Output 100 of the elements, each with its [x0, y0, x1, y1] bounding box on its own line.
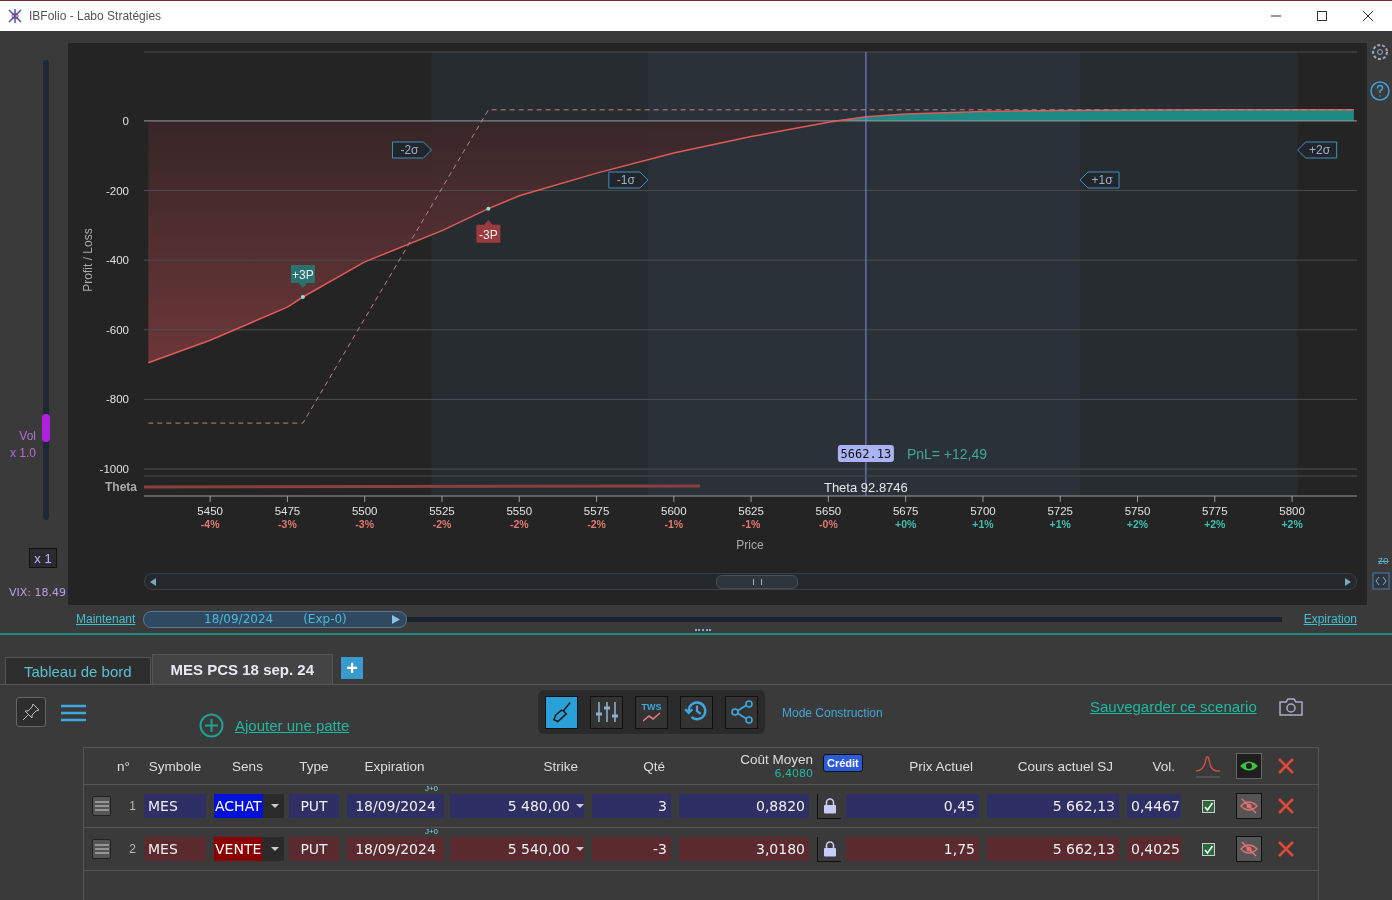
- menu-lines-icon: [94, 801, 109, 811]
- checkmark-icon: [1202, 800, 1214, 812]
- expiration-link[interactable]: Expiration: [1303, 612, 1357, 626]
- drag-handle-button[interactable]: [92, 796, 111, 816]
- volatility-slider[interactable]: [43, 60, 49, 520]
- settings-icon[interactable]: [1370, 43, 1389, 61]
- vol-label: Vol: [19, 428, 36, 445]
- axis-tick-label: -1000: [99, 463, 129, 475]
- annotation: -3P: [479, 227, 498, 242]
- column-header: Symbole: [147, 758, 203, 774]
- strike-dropdown[interactable]: 5 540,00: [450, 837, 584, 861]
- scroll-right-icon[interactable]: [1345, 577, 1351, 586]
- column-header: Vol.: [1151, 758, 1176, 774]
- column-header: n°: [116, 758, 131, 774]
- delete-icon[interactable]: [1278, 798, 1294, 814]
- percent-change-label: -2%: [432, 518, 452, 530]
- sigma-label: +1σ: [1079, 171, 1120, 189]
- axis-title: Profit / Loss: [81, 228, 95, 292]
- axis-tick-label: 5750: [1124, 505, 1151, 517]
- save-scenario-link[interactable]: Sauvegarder ce scenario: [1090, 698, 1257, 715]
- sliders-icon: [594, 701, 619, 723]
- column-header: Strike: [542, 758, 579, 774]
- curve-chart-icon[interactable]: [1195, 754, 1221, 778]
- zoom-button[interactable]: [1372, 572, 1390, 590]
- add-circle-icon[interactable]: [199, 713, 224, 738]
- column-header: Sens: [231, 758, 264, 774]
- close-icon[interactable]: [1362, 10, 1374, 22]
- underlying-cell: 5 662,13: [987, 794, 1119, 818]
- hide-button[interactable]: [1236, 793, 1262, 819]
- sigma-label: -1σ: [608, 171, 649, 189]
- theta-value: Theta 92.8746: [823, 480, 908, 495]
- quantity-cell: -3: [592, 837, 671, 861]
- scrollbar-thumb[interactable]: [716, 574, 798, 589]
- strike-dropdown[interactable]: 5 480,00: [450, 794, 584, 818]
- percent-change-label: +2%: [1126, 518, 1149, 530]
- lock-icon[interactable]: [822, 797, 837, 814]
- tab[interactable]: Tableau de bord: [5, 657, 151, 684]
- splitter-grip-icon[interactable]: [695, 629, 711, 633]
- maximize-icon[interactable]: [1316, 10, 1328, 22]
- scroll-left-icon[interactable]: [150, 577, 156, 586]
- share-mode-button[interactable]: [725, 695, 758, 729]
- row-number: 2: [128, 842, 137, 856]
- pin-button[interactable]: [16, 697, 46, 727]
- expiry-offset: (Exp-0): [303, 612, 347, 626]
- now-link[interactable]: Maintenant: [76, 612, 136, 626]
- history-mode-button[interactable]: [680, 695, 713, 729]
- axis-tick-label: -600: [105, 323, 129, 336]
- checkbox[interactable]: [1201, 799, 1215, 813]
- trowel-icon: [551, 701, 572, 723]
- axis-tick-label: 5625: [738, 505, 764, 517]
- side-dropdown[interactable]: ACHAT: [214, 794, 284, 818]
- percent-change-label: +2%: [1204, 518, 1226, 530]
- lock-icon[interactable]: [822, 840, 837, 857]
- menu-lines-icon: [94, 844, 109, 854]
- date-value: 18/09/2024: [204, 612, 274, 626]
- tws-label: TWS: [641, 702, 662, 712]
- percent-change-label: -2%: [587, 518, 606, 530]
- row-number: 1: [128, 799, 137, 813]
- axis-tick-label: -800: [105, 393, 129, 406]
- axis-tick-label: 5725: [1047, 505, 1074, 517]
- reset-button[interactable]: x 1: [29, 548, 57, 568]
- date-slider-thumb[interactable]: 18/09/2024 (Exp-0): [143, 610, 408, 628]
- slider-thumb[interactable]: [42, 414, 50, 442]
- tab[interactable]: MES PCS 18 sep. 24: [151, 654, 333, 684]
- date-slider-track[interactable]: 18/09/2024 (Exp-0): [143, 610, 1282, 628]
- checkmark-icon: [1202, 843, 1214, 855]
- expiration-cell: 18/09/2024: [347, 837, 444, 861]
- help-icon[interactable]: [1369, 81, 1390, 101]
- checkbox[interactable]: [1201, 842, 1215, 856]
- delete-icon[interactable]: [1278, 841, 1294, 857]
- sliders-mode-button[interactable]: [590, 695, 623, 729]
- percent-change-label: +1%: [972, 518, 994, 530]
- side-dropdown[interactable]: VENTE: [214, 837, 284, 861]
- drag-handle-button[interactable]: [92, 839, 111, 859]
- add-tab-button[interactable]: +: [341, 657, 363, 679]
- build-mode-button[interactable]: [545, 695, 578, 729]
- percent-change-label: +1%: [1049, 518, 1071, 530]
- column-header: Coût Moyen: [740, 752, 813, 767]
- caret-icon: [576, 847, 584, 851]
- delete-all-icon[interactable]: [1278, 758, 1294, 774]
- axis-tick-label: 5600: [661, 505, 687, 517]
- camera-icon[interactable]: [1278, 697, 1304, 717]
- horizontal-scrollbar[interactable]: [144, 573, 1357, 590]
- eye-slash-icon: [1239, 841, 1259, 857]
- axis-tick-label: -400: [105, 254, 129, 267]
- day-offset: J+0: [424, 784, 438, 793]
- hide-button[interactable]: [1236, 836, 1262, 862]
- percent-change-label: -4%: [200, 518, 220, 530]
- axis-tick-label: 5475: [274, 505, 301, 517]
- eye-icon[interactable]: [1236, 753, 1262, 779]
- play-icon: [392, 614, 401, 624]
- tws-mode-button[interactable]: TWS: [635, 695, 668, 729]
- add-leg-link[interactable]: Ajouter une patte: [235, 717, 350, 734]
- price-badge: 5662.13: [837, 445, 894, 462]
- window-title: IBFolio - Labo Stratégies: [29, 9, 162, 23]
- axis-tick-label: 0: [122, 114, 129, 127]
- axis-tick-label: 5450: [197, 505, 223, 517]
- symbol-cell: MES: [144, 837, 206, 861]
- menu-icon[interactable]: [61, 704, 86, 722]
- caret-icon: [271, 847, 279, 851]
